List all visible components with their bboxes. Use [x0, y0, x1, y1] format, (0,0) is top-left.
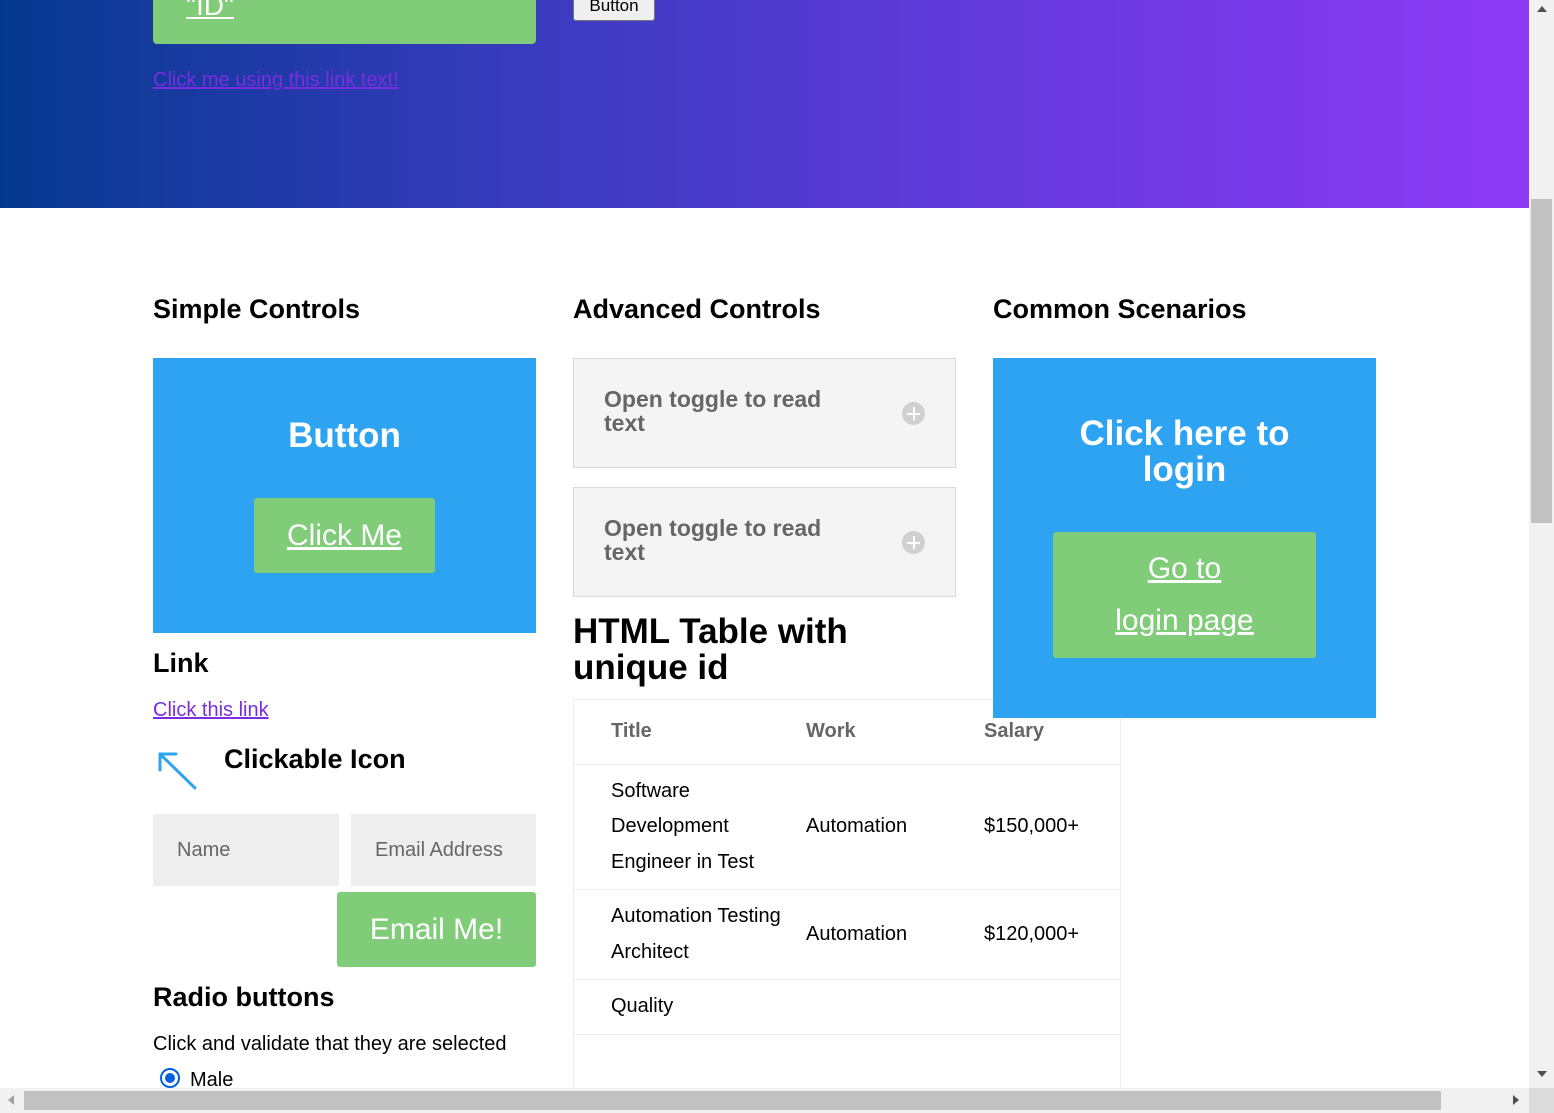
- go-to-login-button[interactable]: Go to login page: [1053, 532, 1316, 658]
- table-cell: [984, 979, 1120, 1035]
- table-cell: Automation Testing Architect: [574, 889, 806, 980]
- scroll-up-arrow-icon[interactable]: [1537, 6, 1547, 12]
- table-cell: Software Development Engineer in Test: [574, 764, 806, 890]
- plain-button[interactable]: Button: [573, 0, 655, 21]
- table-heading: HTML Table with unique id: [573, 612, 848, 687]
- vertical-scrollbar[interactable]: [1529, 0, 1554, 1088]
- table-cell: Automation: [806, 764, 984, 890]
- click-this-link[interactable]: Click this link: [153, 699, 269, 722]
- hero-banner: "ID" Button Click me using this link tex…: [0, 0, 1529, 208]
- table-row: Quality: [574, 979, 1120, 1035]
- email-me-button[interactable]: Email Me!: [337, 892, 536, 967]
- clickable-icon-heading: Clickable Icon: [224, 744, 406, 774]
- table-cell: Quality: [574, 979, 806, 1035]
- html-table: Title Work Salary Software Development E…: [573, 699, 1121, 1099]
- radio-male[interactable]: [160, 1068, 180, 1088]
- login-section-title: Click here to login: [1079, 414, 1290, 489]
- horizontal-scroll-thumb[interactable]: [24, 1091, 1441, 1110]
- advanced-controls-heading: Advanced Controls: [573, 294, 821, 324]
- link-heading: Link: [153, 648, 209, 678]
- simple-controls-heading: Simple Controls: [153, 294, 361, 324]
- table-row: Software Development Engineer in Test Au…: [574, 764, 1120, 890]
- table-cell: [806, 979, 984, 1035]
- table-header-work: Work: [806, 700, 984, 765]
- button-section: Button Click Me: [153, 358, 536, 633]
- scroll-down-arrow-icon[interactable]: [1537, 1071, 1547, 1077]
- scroll-left-arrow-icon[interactable]: [8, 1095, 14, 1105]
- table-cell: $150,000+: [984, 764, 1120, 890]
- radio-description: Click and validate that they are selecte…: [153, 1033, 507, 1055]
- id-button[interactable]: "ID": [153, 0, 536, 44]
- click-me-button[interactable]: Click Me: [254, 498, 435, 573]
- scroll-right-arrow-icon[interactable]: [1513, 1095, 1519, 1105]
- scrollbar-corner: [1529, 1088, 1554, 1113]
- toggle-2[interactable]: Open toggle to read text: [573, 487, 956, 597]
- table-header-title: Title: [574, 700, 806, 765]
- plus-circle-icon[interactable]: [902, 531, 925, 554]
- toggle-1-label: Open toggle to read text: [604, 386, 822, 436]
- link-text-link[interactable]: Click me using this link text!: [153, 69, 399, 92]
- plus-circle-icon[interactable]: [902, 402, 925, 425]
- table-cell: Automation: [806, 889, 984, 980]
- arrow-up-left-icon[interactable]: [155, 750, 199, 792]
- name-field[interactable]: Name: [153, 814, 339, 886]
- button-section-title: Button: [288, 416, 401, 455]
- email-field[interactable]: Email Address: [351, 814, 536, 886]
- table-cell: $120,000+: [984, 889, 1120, 980]
- toggle-1[interactable]: Open toggle to read text: [573, 358, 956, 468]
- login-section: Click here to login Go to login page: [993, 358, 1376, 718]
- toggle-2-label: Open toggle to read text: [604, 515, 822, 565]
- vertical-scroll-thumb[interactable]: [1531, 199, 1552, 523]
- common-scenarios-heading: Common Scenarios: [993, 294, 1247, 324]
- table-row: Automation Testing Architect Automation …: [574, 889, 1120, 980]
- radio-buttons-heading: Radio buttons: [153, 982, 335, 1012]
